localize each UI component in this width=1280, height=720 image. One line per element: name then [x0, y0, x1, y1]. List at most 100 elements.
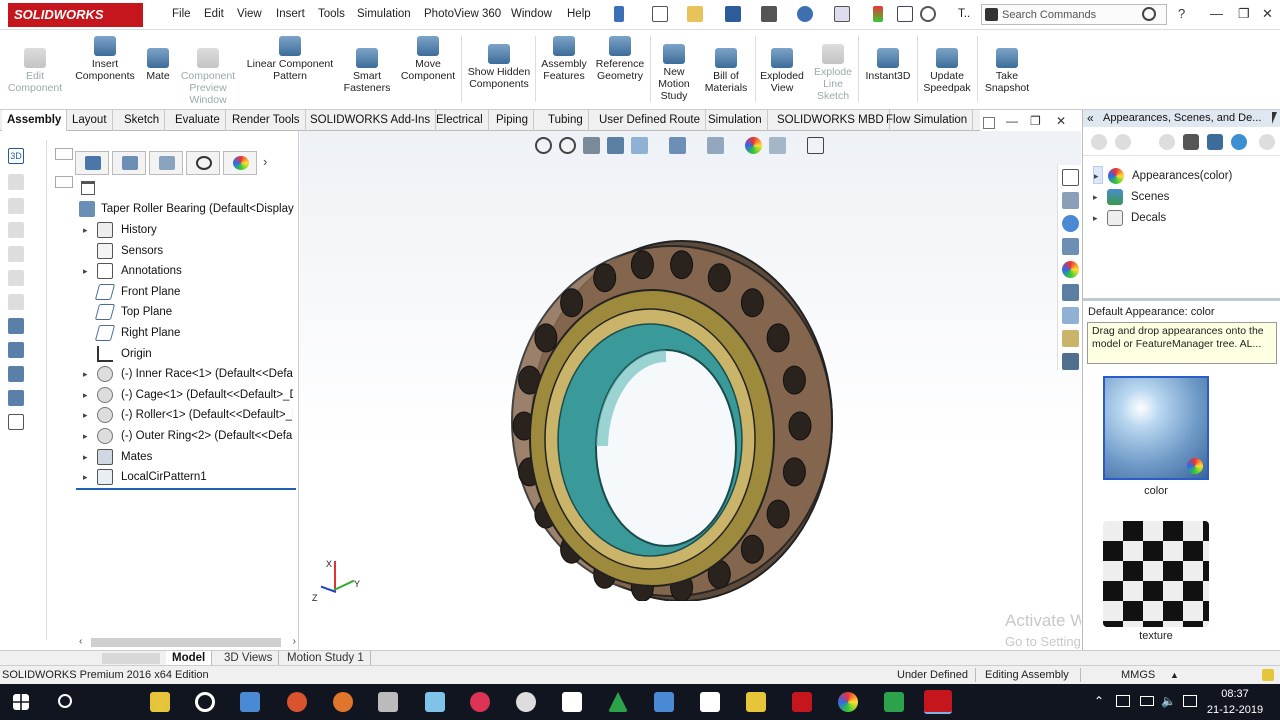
units-selector[interactable]: MMGS — [1121, 666, 1155, 684]
scrollbar-thumb[interactable] — [91, 638, 281, 647]
tree-item-origin[interactable]: Origin — [83, 344, 293, 364]
tree-item-mates[interactable]: ▸ Mates — [83, 447, 293, 467]
3d-view-icon[interactable]: 3D — [8, 148, 24, 164]
search-icon[interactable] — [1142, 7, 1156, 21]
volume-icon[interactable]: 🔈 — [1161, 694, 1176, 708]
expand-arrow-icon[interactable]: ▸ — [1094, 167, 1099, 185]
pin-icon[interactable] — [1272, 112, 1277, 124]
toolbar-icon[interactable] — [8, 222, 24, 238]
toolbar-icon[interactable] — [8, 342, 24, 358]
update-speedpak-button[interactable]: Update Speedpak — [920, 48, 974, 94]
custom-properties-icon[interactable] — [1062, 284, 1079, 301]
toolbar-icon[interactable] — [8, 366, 24, 382]
camera-taskbar-icon[interactable] — [700, 692, 720, 712]
tree-item-top-plane[interactable]: Top Plane — [83, 302, 293, 322]
toolbar-icon[interactable] — [8, 390, 24, 406]
configurationmanager-tab[interactable] — [149, 151, 183, 175]
print-icon[interactable] — [761, 6, 777, 22]
solidworks-active-taskbar-icon[interactable] — [924, 690, 952, 714]
previous-view-icon[interactable] — [583, 137, 600, 154]
battery-icon[interactable] — [1140, 696, 1154, 706]
tree-item-roller[interactable]: ▸ (-) Roller<1> (Default<<Default>_D — [83, 405, 293, 425]
tab-layout[interactable]: Layout — [67, 110, 113, 131]
expand-arrow-icon[interactable]: ▸ — [83, 467, 93, 487]
tab-piping[interactable]: Piping — [491, 110, 534, 131]
reference-geometry-button[interactable]: Reference Geometry — [593, 36, 647, 82]
new-document-icon[interactable] — [652, 6, 668, 22]
minimize-window-icon[interactable]: — — [1210, 6, 1223, 21]
propertymanager-tab[interactable] — [112, 151, 146, 175]
firefox-taskbar-icon[interactable] — [333, 692, 353, 712]
display-style-icon[interactable] — [707, 137, 724, 154]
save-icon[interactable] — [725, 6, 741, 22]
tab-strip-options-icon[interactable] — [983, 117, 995, 129]
add-location-icon[interactable] — [1159, 134, 1175, 150]
explode-line-sketch-button[interactable]: Explode Line Sketch — [810, 44, 856, 102]
view-settings-icon[interactable] — [807, 137, 824, 154]
file-explorer-icon[interactable] — [1062, 238, 1079, 255]
search-taskbar-icon[interactable] — [58, 694, 72, 708]
tab-simulation[interactable]: Simulation — [703, 110, 768, 131]
dynamic-annotation-icon[interactable] — [631, 137, 648, 154]
tree-item-sensors[interactable]: Sensors — [83, 241, 293, 261]
tab-tubing[interactable]: Tubing — [543, 110, 589, 131]
truncated-menu[interactable]: T.. — [958, 8, 970, 20]
forum-icon[interactable] — [1062, 353, 1079, 370]
toolbar-icon[interactable] — [8, 414, 24, 430]
menu-photoview[interactable]: PhotoView 360 — [424, 8, 501, 20]
help-icon[interactable]: ? — [1178, 6, 1185, 21]
notification-icon[interactable] — [1262, 669, 1274, 681]
tree-root[interactable]: Taper Roller Bearing (Default<Display S — [77, 199, 297, 219]
options-gear-icon[interactable] — [920, 6, 936, 22]
bearing-model[interactable] — [500, 226, 850, 601]
scroll-right-icon[interactable]: › — [293, 636, 296, 647]
file-properties-icon[interactable] — [897, 6, 913, 22]
solidworks-resources-icon[interactable] — [1062, 330, 1079, 347]
doc-close-icon[interactable]: ✕ — [1056, 114, 1066, 128]
windows-start-icon[interactable] — [13, 694, 29, 710]
search-commands-input[interactable]: Search Commands — [981, 4, 1167, 25]
component-preview-button[interactable]: Component Preview Window — [176, 48, 240, 106]
up-icon[interactable] — [1259, 134, 1275, 150]
zoom-to-fit-icon[interactable] — [535, 137, 552, 154]
expand-arrow-icon[interactable]: ▸ — [83, 364, 93, 384]
tab-render-tools[interactable]: Render Tools — [227, 110, 306, 131]
tree-item-pattern[interactable]: ▸ LocalCirPattern1 — [83, 467, 293, 487]
app-taskbar-icon[interactable] — [470, 692, 490, 712]
undo-icon[interactable] — [797, 6, 813, 22]
tab-electrical[interactable]: Electrical — [431, 110, 489, 131]
collapse-chevron-icon[interactable]: « — [1087, 110, 1094, 127]
tray-app-icon[interactable] — [1116, 695, 1130, 707]
select-arrow-icon[interactable] — [834, 6, 850, 22]
display-manager-tab[interactable] — [223, 151, 257, 175]
powerpoint-taskbar-icon[interactable] — [287, 692, 307, 712]
rebuild-icon[interactable] — [873, 6, 883, 22]
dimxpert-tab[interactable] — [186, 151, 220, 175]
move-component-button[interactable]: Move Component — [397, 36, 459, 82]
bill-of-materials-button[interactable]: Bill of Materials — [700, 48, 752, 94]
expand-arrow-icon[interactable]: ▸ — [1093, 209, 1098, 227]
edit-component-button[interactable]: Edit Component — [4, 48, 66, 94]
expand-arrow-icon[interactable]: ▸ — [1093, 188, 1098, 206]
collapse-panel-icon[interactable] — [55, 148, 73, 160]
solidworks-taskbar-icon[interactable] — [792, 692, 812, 712]
back-icon[interactable] — [1091, 134, 1107, 150]
tab-mbd[interactable]: SOLIDWORKS MBD — [772, 110, 890, 131]
open-folder-icon[interactable] — [687, 6, 703, 22]
tab-user-defined-route[interactable]: User Defined Route — [594, 110, 706, 131]
chevron-right-icon[interactable]: › — [263, 154, 267, 169]
new-motion-study-button[interactable]: New Motion Study — [653, 44, 695, 102]
zoom-to-area-icon[interactable] — [559, 137, 576, 154]
linear-pattern-button[interactable]: Linear Component Pattern — [244, 36, 336, 82]
expand-arrow-icon[interactable]: ▸ — [83, 261, 93, 281]
tab-addins[interactable]: SOLIDWORKS Add-Ins — [305, 110, 437, 131]
pin-icon[interactable] — [614, 6, 624, 22]
forward-icon[interactable] — [1115, 134, 1131, 150]
insert-components-button[interactable]: Insert Components — [70, 36, 140, 82]
file-explorer-taskbar-icon[interactable] — [150, 692, 170, 712]
panel-icon[interactable] — [55, 176, 73, 188]
restore-window-icon[interactable]: ❐ — [1238, 6, 1250, 22]
tab-flow-simulation[interactable]: Flow Simulation — [881, 110, 974, 131]
scroll-left-icon[interactable]: ‹ — [79, 636, 82, 647]
library-icon[interactable] — [1183, 134, 1199, 150]
